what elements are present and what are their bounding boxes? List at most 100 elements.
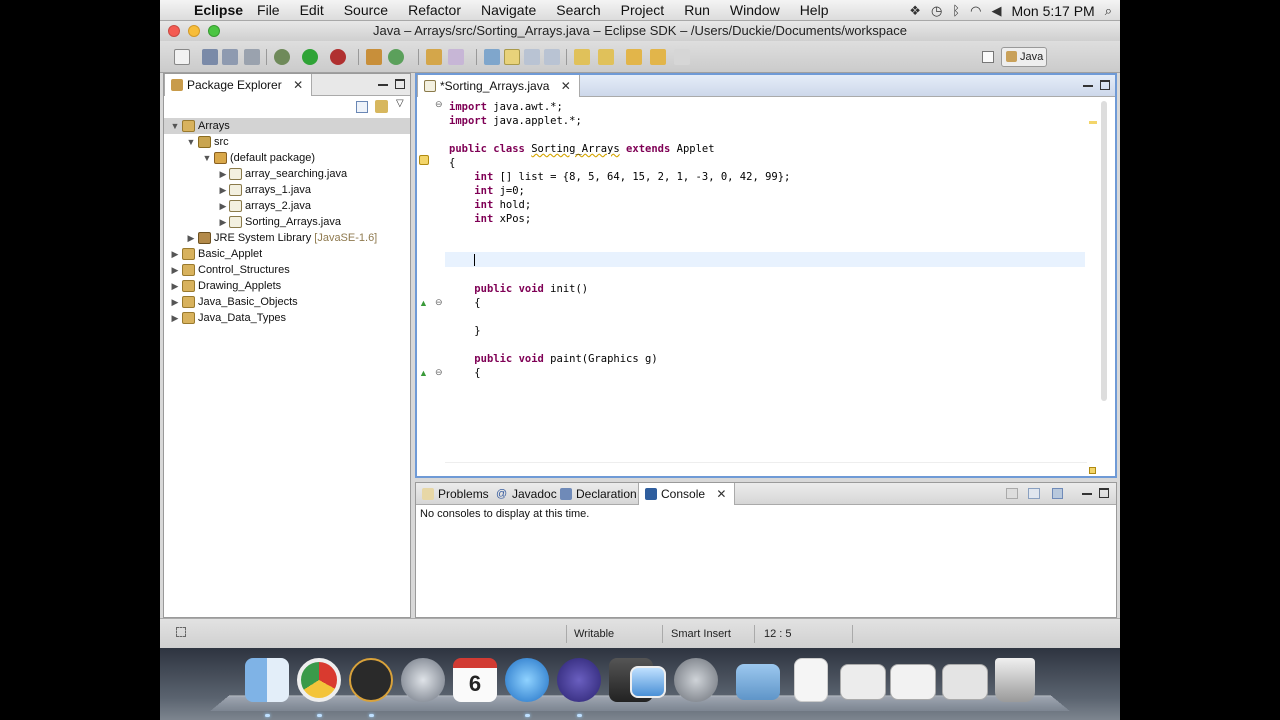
collapsed-arrow-icon[interactable]: ▶ [170, 294, 180, 310]
show-whitespace-icon[interactable] [544, 49, 560, 65]
java-perspective-button[interactable]: Java [1001, 47, 1047, 67]
spotlight-search-icon[interactable]: ⌕ [1105, 3, 1112, 19]
override-indicator-icon[interactable]: ▲ [419, 368, 428, 378]
collapsed-arrow-icon[interactable]: ▶ [218, 214, 228, 230]
tree-item-arrays[interactable]: ▼ Arrays [164, 118, 410, 134]
new-icon[interactable] [174, 49, 190, 65]
new-java-project-icon[interactable] [366, 49, 382, 65]
menu-navigate[interactable]: Navigate [481, 2, 536, 18]
open-console-icon[interactable] [1052, 488, 1063, 499]
expanded-arrow-icon[interactable]: ▼ [202, 150, 212, 166]
tab-declaration[interactable]: Declaration [554, 483, 645, 505]
collapsed-arrow-icon[interactable]: ▶ [186, 230, 196, 246]
menubar-clock[interactable]: Mon 5:17 PM [1011, 3, 1094, 19]
tree-item-drawing-applets[interactable]: ▶ Drawing_Applets [164, 278, 410, 294]
eclipse-icon[interactable] [557, 658, 601, 702]
fast-view-icon[interactable] [176, 627, 186, 637]
save-icon[interactable] [202, 49, 218, 65]
forward-icon[interactable] [674, 49, 690, 65]
bluetooth-icon[interactable]: ᛒ [952, 3, 960, 18]
save-all-icon[interactable] [222, 49, 238, 65]
window-zoom-button[interactable] [208, 25, 220, 37]
itunes-icon[interactable] [505, 658, 549, 702]
launchpad-icon[interactable] [401, 658, 445, 702]
tab-problems[interactable]: Problems [416, 483, 497, 505]
next-annotation-icon[interactable] [484, 49, 500, 65]
fold-collapse-icon[interactable]: ⊖ [435, 367, 443, 378]
warning-icon[interactable] [419, 155, 429, 165]
code-editor[interactable]: import java.awt.*; import java.applet.*; p… [445, 97, 1085, 462]
minimize-view-icon[interactable] [378, 79, 388, 86]
tree-item-default-package[interactable]: ▼ (default package) [164, 150, 410, 166]
tree-item-array-searching[interactable]: ▶ array_searching.java [164, 166, 410, 182]
open-type-icon[interactable] [426, 49, 442, 65]
overview-status-icon[interactable] [1089, 467, 1096, 474]
external-tools-icon[interactable] [330, 49, 346, 65]
calendar-icon[interactable]: 6 [453, 658, 497, 702]
collapsed-arrow-icon[interactable]: ▶ [218, 198, 228, 214]
tree-item-control-structures[interactable]: ▶ Control_Structures [164, 262, 410, 278]
tree-item-jre-system-library[interactable]: ▶ JRE System Library [JavaSE-1.6] [164, 230, 410, 246]
collapsed-arrow-icon[interactable]: ▶ [170, 246, 180, 262]
finder-icon[interactable] [245, 658, 289, 702]
time-machine-icon[interactable]: ◷ [931, 3, 942, 19]
previous-edit-icon[interactable] [598, 49, 614, 65]
maximize-view-icon[interactable] [1099, 488, 1109, 498]
tree-item-sorting-arrays[interactable]: ▶ Sorting_Arrays.java [164, 214, 410, 230]
system-preferences-icon[interactable] [674, 658, 718, 702]
tree-item-arrays-1[interactable]: ▶ arrays_1.java [164, 182, 410, 198]
editor-vertical-scrollbar[interactable] [1087, 97, 1115, 476]
overview-warning-marker[interactable] [1089, 121, 1097, 124]
expanded-arrow-icon[interactable]: ▼ [170, 118, 180, 134]
clear-console-icon[interactable] [1006, 488, 1018, 499]
menu-run[interactable]: Run [684, 2, 710, 18]
trash-icon[interactable] [995, 658, 1035, 702]
mark-occurrences-icon[interactable] [504, 49, 520, 65]
block-selection-icon[interactable] [524, 49, 540, 65]
tab-sorting-arrays-java[interactable]: *Sorting_Arrays.java ✕ [417, 75, 580, 97]
close-icon[interactable]: ✕ [293, 78, 303, 92]
link-with-editor-icon[interactable] [375, 100, 388, 113]
new-java-class-icon[interactable] [388, 49, 404, 65]
tree-item-arrays-2[interactable]: ▶ arrays_2.java [164, 198, 410, 214]
menu-refactor[interactable]: Refactor [408, 2, 461, 18]
menu-file[interactable]: File [257, 2, 280, 18]
print-icon[interactable] [244, 49, 260, 65]
collapsed-arrow-icon[interactable]: ▶ [170, 278, 180, 294]
collapsed-arrow-icon[interactable]: ▶ [170, 310, 180, 326]
window-minimize-button[interactable] [188, 25, 200, 37]
collapsed-arrow-icon[interactable]: ▶ [218, 182, 228, 198]
tree-item-src[interactable]: ▼ src [164, 134, 410, 150]
close-icon[interactable]: ✕ [716, 487, 726, 501]
collapsed-arrow-icon[interactable]: ▶ [218, 166, 228, 182]
menu-window[interactable]: Window [730, 2, 780, 18]
tab-package-explorer[interactable]: Package Explorer ✕ [164, 74, 313, 96]
window-thumbnail-icon[interactable] [840, 664, 886, 700]
menu-edit[interactable]: Edit [300, 2, 324, 18]
maximize-view-icon[interactable] [1100, 80, 1110, 90]
document-icon[interactable] [794, 658, 828, 702]
debug-icon[interactable] [274, 49, 290, 65]
minimize-view-icon[interactable] [1082, 488, 1092, 495]
last-edit-location-icon[interactable] [626, 49, 642, 65]
fold-collapse-icon[interactable]: ⊖ [435, 99, 443, 110]
window-close-button[interactable] [168, 25, 180, 37]
network-status-icon[interactable]: ❖ [909, 3, 921, 19]
maximize-view-icon[interactable] [395, 79, 405, 89]
window-thumbnail-icon[interactable] [890, 664, 936, 700]
folder-icon[interactable] [736, 664, 780, 700]
close-icon[interactable]: ✕ [561, 79, 571, 93]
view-menu-icon[interactable]: ▽ [396, 98, 404, 109]
menu-app-name[interactable]: Eclipse [194, 2, 243, 18]
menu-search[interactable]: Search [556, 2, 600, 18]
override-indicator-icon[interactable]: ▲ [419, 298, 428, 308]
tree-item-basic-applet[interactable]: ▶ Basic_Applet [164, 246, 410, 262]
collapse-all-icon[interactable] [356, 101, 368, 113]
editor-horizontal-scrollbar[interactable] [445, 462, 1087, 476]
collapsed-arrow-icon[interactable]: ▶ [170, 262, 180, 278]
scrollbar-thumb[interactable] [1101, 101, 1107, 401]
run-icon[interactable] [302, 49, 318, 65]
window-thumbnail-icon[interactable] [942, 664, 988, 700]
tab-console[interactable]: Console ✕ [638, 483, 736, 505]
preview-icon[interactable] [630, 666, 666, 698]
